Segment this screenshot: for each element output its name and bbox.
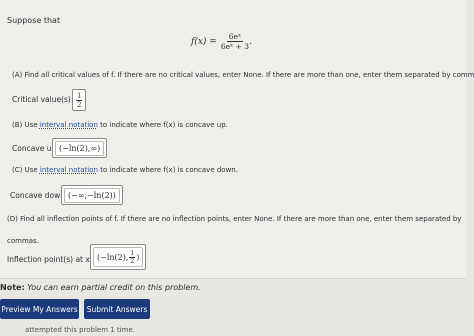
critical-value-label: Critical value(s) = bbox=[12, 95, 80, 104]
inflection-prefix: (−ln(2), bbox=[97, 252, 129, 262]
part-d-question-line2: commas. bbox=[7, 237, 39, 245]
inflection-numerator: 1 bbox=[129, 249, 136, 258]
note-label: Note: bbox=[0, 283, 25, 292]
concave-up-value: (−ln(2),∞) bbox=[55, 140, 105, 156]
attempt-status: attempted this problem 1 time. bbox=[25, 326, 135, 334]
part-c-prefix: (C) Use bbox=[12, 166, 38, 174]
part-b-prefix: (B) Use bbox=[12, 121, 38, 129]
formula-lhs: f(x) = bbox=[191, 36, 217, 47]
note-text: You can earn partial credit on this prob… bbox=[27, 283, 201, 292]
inflection-point-value: (−ln(2), 1 2 ) bbox=[93, 247, 144, 267]
concave-down-answer[interactable]: (−∞,−ln(2)) bbox=[61, 185, 123, 205]
inflection-fraction: 1 2 bbox=[129, 249, 136, 265]
critical-value-denominator: 2 bbox=[77, 100, 82, 109]
submit-answers-button[interactable]: Submit Answers bbox=[84, 299, 150, 319]
interval-notation-link-b[interactable]: interval notation bbox=[40, 121, 98, 129]
formula-denominator: 6eˣ + 3 bbox=[220, 42, 250, 51]
part-c-question: (C) Use interval notation to indicate wh… bbox=[12, 166, 238, 174]
concave-up-answer[interactable]: (−ln(2),∞) bbox=[52, 138, 108, 158]
inflection-point-label: Inflection point(s) at x = bbox=[7, 255, 99, 264]
part-d-question-line1: (D) Find all inflection points of f. If … bbox=[7, 215, 462, 223]
preview-answers-button[interactable]: Preview My Answers bbox=[0, 299, 79, 319]
inflection-point-answer[interactable]: (−ln(2), 1 2 ) bbox=[90, 244, 147, 270]
inflection-denominator: 2 bbox=[130, 257, 135, 265]
part-b-question: (B) Use interval notation to indicate wh… bbox=[12, 121, 228, 129]
formula-numerator: 6eˣ bbox=[226, 32, 244, 42]
critical-value-fraction: 1 2 bbox=[76, 91, 83, 109]
formula-fraction: 6eˣ 6eˣ + 3 bbox=[221, 32, 249, 51]
concave-down-label: Concave down: bbox=[10, 191, 68, 200]
part-b-suffix: to indicate where f(x) is concave up. bbox=[100, 121, 228, 129]
interval-notation-link-c[interactable]: interval notation bbox=[40, 166, 98, 174]
part-c-suffix: to indicate where f(x) is concave down. bbox=[100, 166, 238, 174]
part-a-question: (A) Find all critical values of f. If th… bbox=[12, 71, 474, 79]
function-formula: f(x) = 6eˣ 6eˣ + 3 . bbox=[191, 32, 252, 51]
critical-value-answer[interactable]: 1 2 bbox=[72, 89, 87, 111]
intro-text: Suppose that bbox=[7, 16, 61, 25]
critical-value-numerator: 1 bbox=[76, 91, 83, 101]
formula-period: . bbox=[249, 36, 252, 47]
problem-panel: Suppose that f(x) = 6eˣ 6eˣ + 3 . (A) Fi… bbox=[0, 0, 474, 279]
inflection-suffix: ) bbox=[136, 252, 140, 262]
concave-down-value: (−∞,−ln(2)) bbox=[64, 187, 120, 203]
partial-credit-note: Note: You can earn partial credit on thi… bbox=[0, 283, 201, 292]
